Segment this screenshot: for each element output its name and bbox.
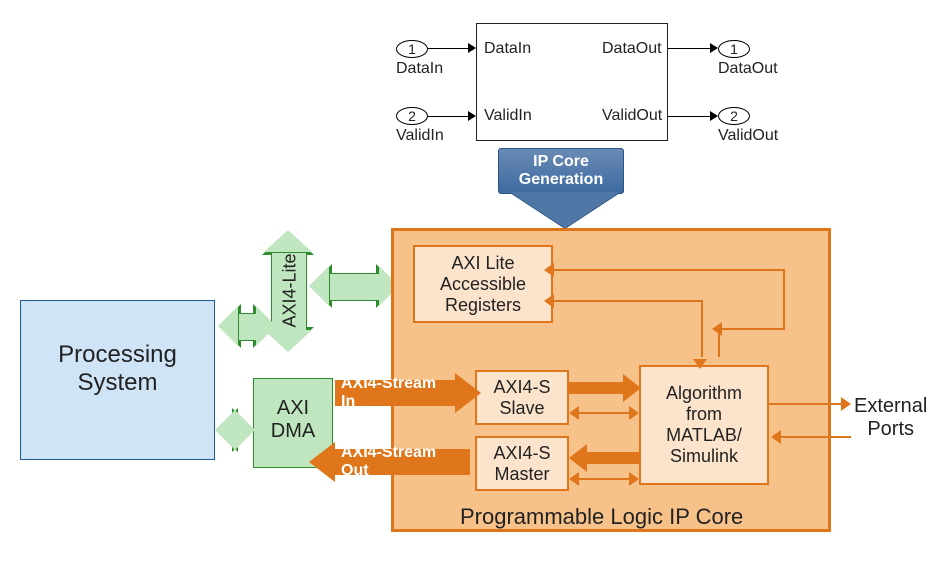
axi4-stream-out-label: AXI4-Stream Out bbox=[335, 449, 470, 475]
ip-core-title: Programmable Logic IP Core bbox=[460, 504, 743, 530]
axi-regs-l1: AXI Lite bbox=[451, 253, 514, 274]
master-l2: Master bbox=[494, 464, 549, 485]
algo-l4: Simulink bbox=[670, 446, 738, 467]
port-out-1: 1 bbox=[718, 40, 750, 58]
axi-lite-registers-block: AXI Lite Accessible Registers bbox=[413, 245, 553, 323]
port-in-1-label: DataIn bbox=[396, 60, 443, 78]
port-out-1-label: DataOut bbox=[718, 60, 778, 78]
ext-l1: External bbox=[854, 395, 927, 418]
axi4-s-slave-block: AXI4-S Slave bbox=[475, 370, 569, 425]
algo-l3: MATLAB/ bbox=[666, 425, 742, 446]
ps-line1: Processing bbox=[21, 341, 214, 369]
master-l1: AXI4-S bbox=[493, 443, 550, 464]
ip-core-gen-arrowhead-icon bbox=[510, 192, 620, 228]
external-ports-label: External Ports bbox=[854, 395, 927, 441]
ip-core-gen-line2: Generation bbox=[509, 171, 613, 189]
processing-system-block: Processing System bbox=[20, 300, 215, 460]
axi-regs-l3: Registers bbox=[445, 295, 521, 316]
port-in-1: 1 bbox=[396, 40, 428, 58]
port-out-2-signal: ValidOut bbox=[602, 107, 662, 125]
dma-line2: DMA bbox=[254, 420, 332, 443]
port-in-2: 2 bbox=[396, 107, 428, 125]
port-in-2-label: ValidIn bbox=[396, 127, 444, 145]
ps-line2: System bbox=[21, 369, 214, 397]
axi4-stream-in-label: AXI4-Stream In bbox=[335, 380, 455, 406]
dma-line1: AXI bbox=[254, 397, 332, 420]
port-in-2-signal: ValidIn bbox=[484, 107, 532, 125]
axi4-lite-bus-label: AXI4-Lite bbox=[280, 253, 301, 327]
ip-core-gen-line1: IP Core bbox=[509, 153, 613, 171]
ext-l2: Ports bbox=[854, 418, 927, 441]
algo-l1: Algorithm bbox=[666, 383, 742, 404]
slave-l2: Slave bbox=[499, 398, 544, 419]
port-out-1-signal: DataOut bbox=[602, 40, 662, 58]
port-in-1-signal: DataIn bbox=[484, 40, 531, 58]
slave-l1: AXI4-S bbox=[493, 377, 550, 398]
algorithm-block: Algorithm from MATLAB/ Simulink bbox=[639, 365, 769, 485]
axi4-s-master-block: AXI4-S Master bbox=[475, 436, 569, 491]
port-out-2: 2 bbox=[718, 107, 750, 125]
diagram-stage: 1 DataIn DataIn 2 ValidIn ValidIn DataOu… bbox=[0, 0, 947, 567]
ip-core-generation-arrow: IP Core Generation bbox=[498, 148, 624, 194]
port-out-2-label: ValidOut bbox=[718, 127, 778, 145]
algo-l2: from bbox=[686, 404, 722, 425]
axi-regs-l2: Accessible bbox=[440, 274, 526, 295]
